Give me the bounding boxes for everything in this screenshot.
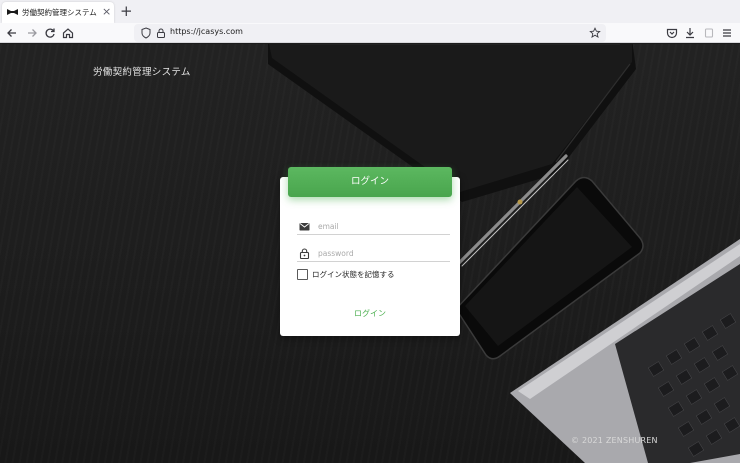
tab-close-icon[interactable]: × (102, 5, 111, 19)
email-field (297, 219, 450, 235)
login-page: 労働契約管理システム ログイン ログイン状態を記憶する ログイン © 2021 … (0, 44, 740, 463)
password-field (297, 246, 450, 262)
url-bar[interactable]: https://jcasys.com (134, 24, 606, 42)
envelope-icon (299, 223, 310, 231)
shield-icon[interactable] (140, 27, 152, 39)
browser-tab[interactable]: 労働契約管理システム × (2, 2, 114, 23)
extensions-icon[interactable] (701, 25, 717, 41)
login-card-title: ログイン (350, 176, 389, 187)
browser-tab-bar: 労働契約管理システム × + (0, 0, 740, 23)
back-icon[interactable] (4, 25, 20, 41)
lock-icon (299, 248, 310, 259)
site-favicon-icon (7, 9, 18, 15)
download-icon[interactable] (682, 25, 698, 41)
pocket-icon[interactable] (664, 25, 680, 41)
remember-me-checkbox[interactable] (297, 269, 308, 280)
home-icon[interactable] (60, 25, 76, 41)
url-text[interactable]: https://jcasys.com (170, 27, 243, 36)
lock-icon[interactable] (155, 27, 167, 39)
email-input[interactable] (318, 220, 448, 233)
app-title: 労働契約管理システム (93, 67, 191, 78)
new-tab-button[interactable]: + (120, 2, 133, 20)
copyright-footer: © 2021 ZENSHUREN (571, 436, 658, 445)
login-card-header: ログイン (288, 167, 452, 197)
browser-nav-bar: https://jcasys.com (0, 23, 740, 43)
password-input[interactable] (318, 247, 448, 260)
bookmark-star-icon[interactable] (589, 27, 601, 39)
reload-icon[interactable] (42, 25, 58, 41)
tab-title: 労働契約管理システム (22, 8, 97, 17)
menu-icon[interactable] (719, 25, 735, 41)
forward-icon[interactable] (24, 25, 40, 41)
remember-me-label[interactable]: ログイン状態を記憶する (312, 269, 395, 280)
login-button[interactable]: ログイン (330, 308, 410, 320)
